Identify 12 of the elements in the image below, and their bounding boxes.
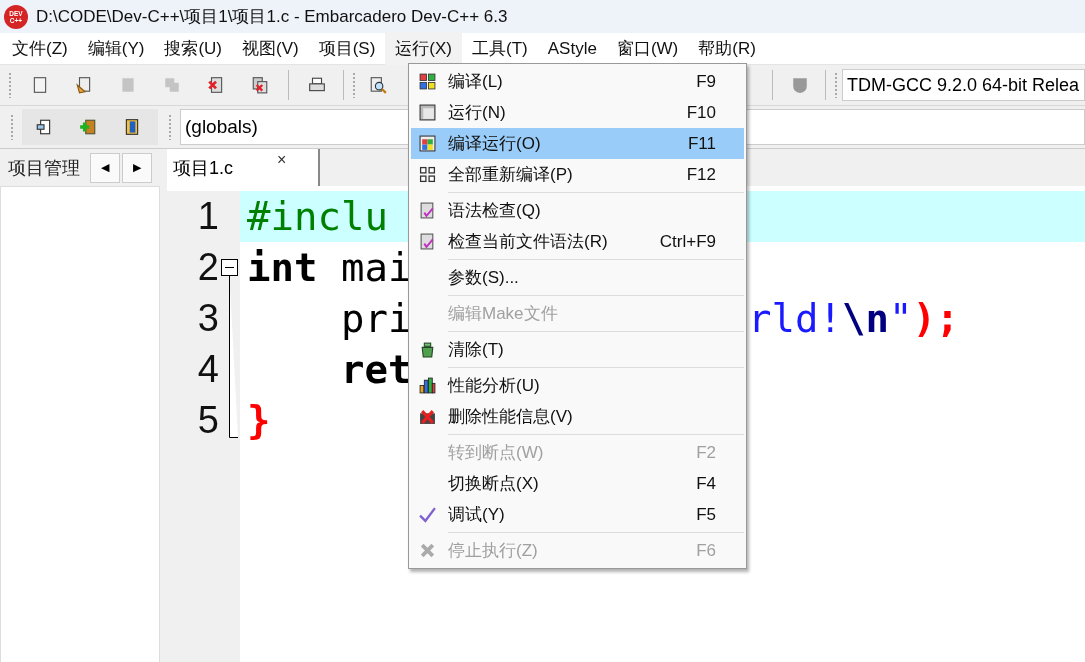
- code-line: #inclu: [247, 194, 388, 239]
- code-line: int mai: [247, 245, 412, 290]
- line-number: 1: [196, 194, 219, 239]
- line-number: 2: [196, 245, 219, 290]
- code-line: pri: [339, 296, 412, 341]
- code-line: ret: [339, 347, 412, 392]
- window-title: D:\CODE\Dev-C++\项目1\项目1.c - Embarcadero Dev-C++ 6.3: [36, 6, 508, 28]
- line-number: 5: [196, 398, 219, 443]
- code-line: }: [247, 398, 271, 443]
- code-line: rld!\n");: [748, 295, 960, 343]
- line-number: 3: [196, 296, 219, 341]
- line-number: 4: [196, 347, 219, 392]
